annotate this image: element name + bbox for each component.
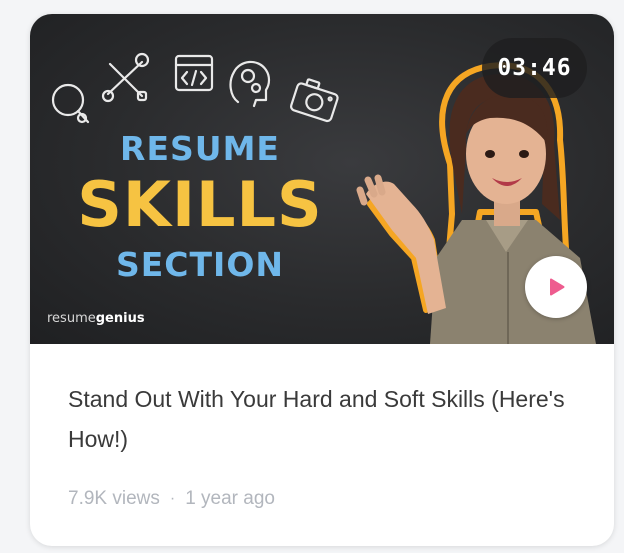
headline-section: SECTION [116,245,284,284]
video-card[interactable]: RESUME SKILLS SECTION resumegenius 03:46 [30,14,614,546]
brand-logo: resumegenius [47,311,145,326]
view-count: 7.9K views [68,488,160,509]
tools-icon [101,52,150,103]
headline-skills: SKILLS [77,168,323,241]
upload-age: 1 year ago [185,488,275,509]
video-thumbnail[interactable]: RESUME SKILLS SECTION resumegenius 03:46 [30,14,614,344]
head-gears-icon [229,60,271,108]
video-meta: 7.9K views · 1 year ago [68,488,275,510]
magnifier-icon [51,83,90,124]
play-button[interactable] [525,256,587,318]
brand-logo-part2: genius [95,311,145,326]
meta-separator: · [169,490,176,507]
play-icon [550,278,565,296]
headline-resume: RESUME [120,129,280,168]
duration-badge: 03:46 [482,38,587,98]
brand-logo-part1: resume [47,311,96,326]
video-title[interactable]: Stand Out With Your Hard and Soft Skills… [68,379,588,459]
code-window-icon [174,54,214,92]
